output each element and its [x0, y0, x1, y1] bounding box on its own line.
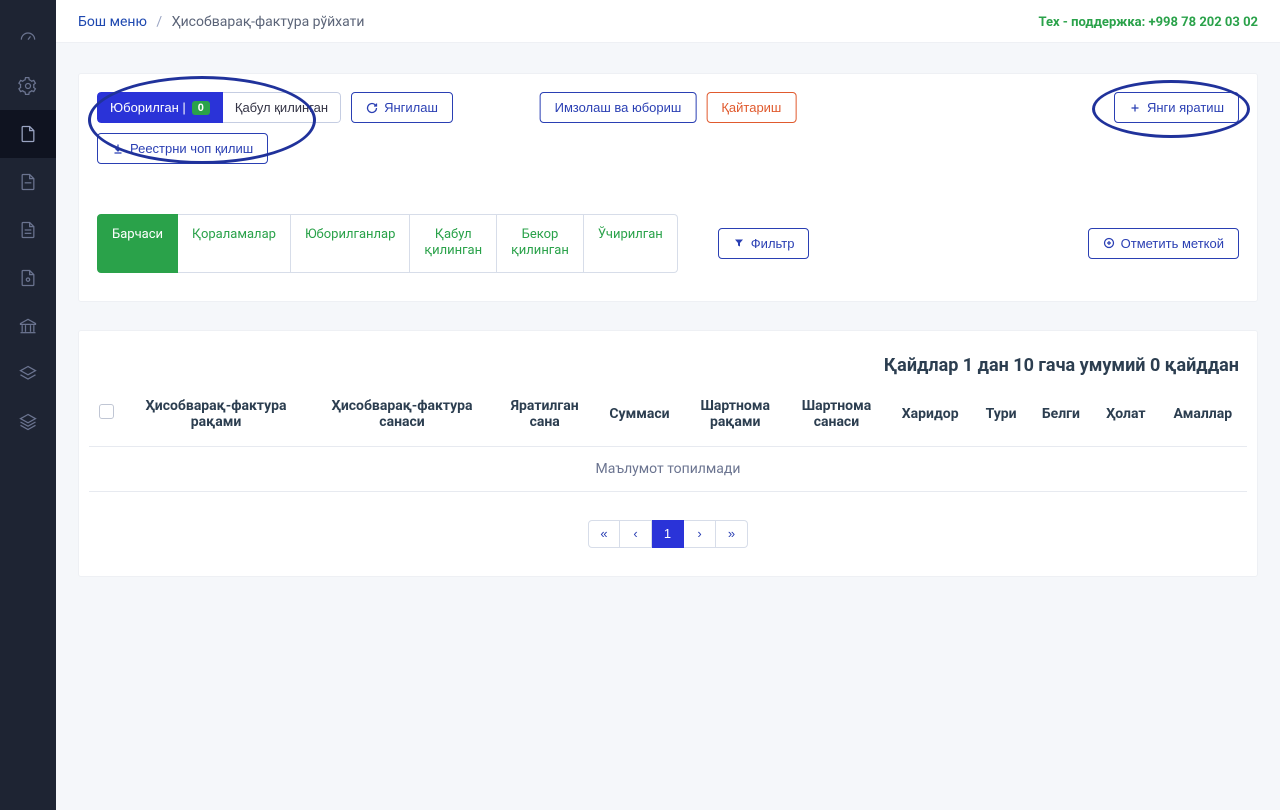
page-next[interactable]: ›	[684, 520, 716, 548]
sidebar-layers2[interactable]	[0, 398, 56, 446]
sent-label: Юборилган |	[110, 100, 186, 115]
tab-all[interactable]: Барчаси	[97, 214, 178, 273]
tab-accepted[interactable]: Қабул қилинган	[410, 214, 497, 273]
page-1[interactable]: 1	[652, 520, 684, 548]
gear-icon	[18, 76, 38, 96]
breadcrumb-sep: /	[156, 14, 162, 30]
tab-sent[interactable]: Юборилганлар	[291, 214, 410, 273]
sidebar-doc3[interactable]	[0, 206, 56, 254]
col-contract-number: Шартнома рақами	[685, 390, 786, 447]
breadcrumb: Бош меню / Ҳисобварақ-фактура рўйхати	[78, 14, 364, 30]
filter-icon	[733, 237, 745, 249]
sent-received-toggle: Юборилган | 0 Қабул қилинган	[97, 92, 341, 123]
plus-icon	[1129, 102, 1141, 114]
col-invoice-number: Ҳисобварақ-фактура рақами	[123, 390, 309, 447]
toolbar-panel: Юборилган | 0 Қабул қилинган Янгилаш	[78, 73, 1258, 302]
support-label: Тех - поддержка: +998 78 202 03 02	[1038, 15, 1258, 30]
pagination: « ‹ 1 › »	[89, 520, 1247, 548]
filter-label: Фильтр	[751, 236, 795, 251]
document3-icon	[18, 220, 38, 240]
plus-circle-icon	[1103, 237, 1115, 249]
records-panel: Қайдлар 1 дан 10 гача умумий 0 қайддан Ҳ…	[78, 330, 1258, 577]
sidebar	[0, 0, 56, 810]
tabs-row: Барчаси Қораламалар Юборилганлар Қабул қ…	[97, 214, 1239, 273]
main: Бош меню / Ҳисобварақ-фактура рўйхати Те…	[56, 0, 1280, 810]
sidebar-doc2[interactable]	[0, 158, 56, 206]
select-all-checkbox[interactable]	[99, 404, 114, 419]
col-created-date: Яратилган сана	[495, 390, 594, 447]
sidebar-dashboard[interactable]	[0, 14, 56, 62]
document2-icon	[18, 172, 38, 192]
no-data-message: Маълумот топилмади	[89, 446, 1247, 491]
bank-icon	[18, 316, 38, 336]
col-type: Тури	[973, 390, 1029, 447]
sign-send-label: Имзолаш ва юбориш	[555, 100, 682, 115]
filter-button[interactable]: Фильтр	[718, 228, 810, 259]
document4-icon	[18, 268, 38, 288]
breadcrumb-current: Ҳисобварақ-фактура рўйхати	[172, 14, 365, 30]
tab-rejected[interactable]: Бекор қилинган	[497, 214, 584, 273]
breadcrumb-home[interactable]: Бош меню	[78, 14, 147, 30]
col-sum: Суммаси	[594, 390, 684, 447]
records-summary: Қайдлар 1 дан 10 гача умумий 0 қайддан	[89, 349, 1247, 390]
col-buyer: Харидор	[887, 390, 973, 447]
tab-deleted[interactable]: Ўчирилган	[584, 214, 678, 273]
records-table: Ҳисобварақ-фактура рақами Ҳисобварақ-фак…	[89, 390, 1247, 492]
return-label: Қайтариш	[721, 100, 781, 115]
page-last[interactable]: »	[716, 520, 748, 548]
page-prev[interactable]: ‹	[620, 520, 652, 548]
sidebar-settings[interactable]	[0, 62, 56, 110]
dashboard-icon	[18, 28, 38, 48]
create-new-button[interactable]: Янги яратиш	[1114, 92, 1239, 123]
download-icon	[112, 143, 124, 155]
return-button[interactable]: Қайтариш	[706, 92, 796, 123]
sidebar-doc4[interactable]	[0, 254, 56, 302]
layers2-icon	[18, 412, 38, 432]
create-label: Янги яратиш	[1147, 100, 1224, 115]
received-label: Қабул қилинган	[235, 100, 328, 115]
print-label: Реестрни чоп қилиш	[130, 141, 253, 156]
table-header-row: Ҳисобварақ-фактура рақами Ҳисобварақ-фак…	[89, 390, 1247, 447]
document-icon	[18, 124, 38, 144]
col-invoice-date: Ҳисобварақ-фактура санаси	[309, 390, 495, 447]
refresh-button[interactable]: Янгилаш	[351, 92, 453, 123]
refresh-icon	[366, 102, 378, 114]
tab-drafts[interactable]: Қораламалар	[178, 214, 291, 273]
mark-label: Отметить меткой	[1121, 236, 1224, 251]
col-contract-date: Шартнома санаси	[786, 390, 887, 447]
sidebar-doc1[interactable]	[0, 110, 56, 158]
sent-count-badge: 0	[192, 101, 210, 115]
mark-button[interactable]: Отметить меткой	[1088, 228, 1239, 259]
col-actions: Амаллар	[1159, 390, 1247, 447]
col-mark: Белги	[1029, 390, 1093, 447]
sidebar-layers[interactable]	[0, 350, 56, 398]
refresh-label: Янгилаш	[384, 100, 438, 115]
topbar: Бош меню / Ҳисобварақ-фактура рўйхати Те…	[56, 0, 1280, 43]
table-empty-row: Маълумот топилмади	[89, 446, 1247, 491]
sent-toggle[interactable]: Юборилган | 0	[97, 92, 223, 123]
col-status: Ҳолат	[1093, 390, 1159, 447]
sign-send-button[interactable]: Имзолаш ва юбориш	[540, 92, 697, 123]
received-toggle[interactable]: Қабул қилинган	[223, 92, 341, 123]
status-tabs: Барчаси Қораламалар Юборилганлар Қабул қ…	[97, 214, 678, 273]
page-first[interactable]: «	[588, 520, 620, 548]
sidebar-bank[interactable]	[0, 302, 56, 350]
print-registry-button[interactable]: Реестрни чоп қилиш	[97, 133, 268, 164]
layers-icon	[18, 364, 38, 384]
